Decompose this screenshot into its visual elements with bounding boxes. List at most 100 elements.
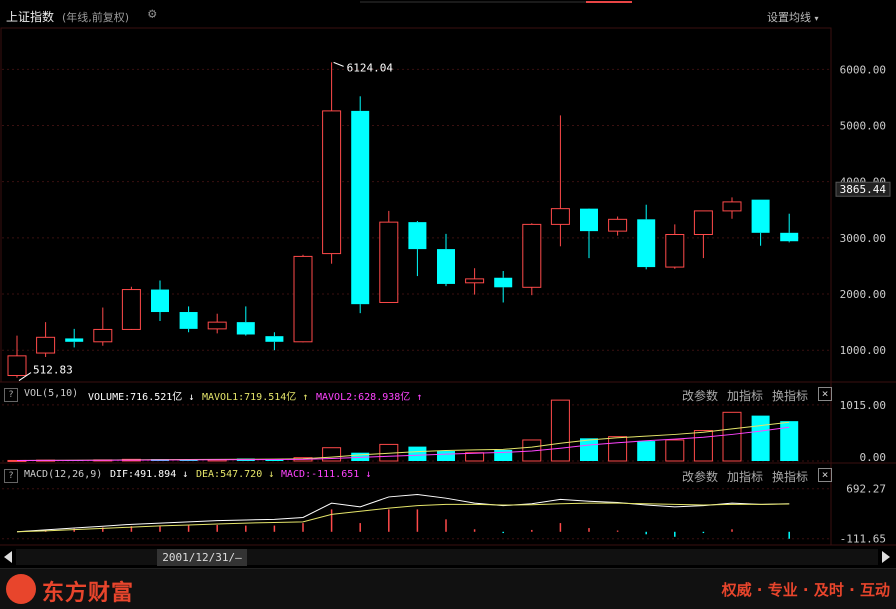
candle-body [550,208,570,225]
vol-switch-indicator-button[interactable]: 换指标 [772,387,808,404]
eastmoney-logo-icon [6,574,36,604]
macd-dea-line [16,502,790,533]
vol-bar [608,436,628,462]
price-tick-label: 6000.00 [840,63,886,76]
brand-slogan: 权威 · 专业 · 及时 · 互动 [721,581,890,599]
vol-value: VOLUME:716.521亿 ↓ [88,388,194,403]
arrow-up-icon: ↑ [416,392,423,403]
set-ma-button[interactable]: 设置均线 ▾ [767,9,819,25]
macd-indicator-name: MACD(12,26,9) [24,469,103,480]
vol-params-button[interactable]: 改参数 [682,387,718,404]
candle-body [751,199,770,233]
candle-body [465,278,485,284]
candle-body [236,322,255,335]
scrollbar-track[interactable] [16,549,878,565]
macd-help-button[interactable]: ? [4,469,18,483]
mavol1-value: MAVOL1:719.514亿 ↑ [202,388,308,403]
vol-tick-label: 0.00 [860,451,887,464]
arrow-up-icon: ↑ [302,392,309,403]
macd-params-button[interactable]: 改参数 [682,468,718,485]
vol-bar [408,446,427,461]
dif-text: DIF:491.894 [110,469,177,480]
macd-close-icon[interactable]: × [818,468,832,482]
set-ma-label: 设置均线 [767,11,811,24]
vol-bar [580,438,598,461]
price-tick-label: 5000.00 [840,120,886,133]
candle-body [580,208,598,232]
price-tick-label: 2000.00 [840,288,886,301]
dea-value: DEA:547.720 ↓ [196,469,274,480]
dea-text: DEA:547.720 [196,469,263,480]
settings-gear-icon[interactable]: ⚙ [148,6,156,22]
vol-bar [780,421,799,461]
macd-switch-indicator-button[interactable]: 换指标 [772,468,808,485]
vol-bar [665,439,685,462]
vol-help-button[interactable]: ? [4,388,18,402]
mavol2-text: MAVOL2:628.938亿 [316,392,411,403]
candle-body [522,223,542,288]
candle-body [637,219,656,268]
candle-body [179,312,198,329]
page-subtitle: (年线,前复权) [62,11,130,24]
arrow-down-icon: ↓ [188,392,195,403]
arrow-down-icon: ↓ [268,469,275,480]
vol-bar [437,451,455,461]
price-tick-label: 1000.00 [840,344,886,357]
candle-body [693,210,713,235]
macd-add-indicator-button[interactable]: 加指标 [727,468,763,485]
candle-body [780,232,799,242]
candle-body [7,355,27,377]
candle-body [36,336,56,354]
candle-body [608,218,628,232]
page-title: 上证指数 [6,10,55,24]
arrow-down-icon: ↓ [365,469,372,480]
date-cursor-label: 2001/12/31/— [157,549,247,566]
candles-layer: 6124.04 512.83 [7,61,799,382]
mavol2-value: MAVOL2:628.938亿 ↑ [316,388,422,403]
price-axis: 1000.002000.003000.004000.005000.006000.… [835,63,891,357]
candle-body [351,110,370,305]
scroll-left-arrow[interactable] [4,551,12,563]
vol-bar [751,415,770,461]
vol-indicator-name: VOL(5,10) [24,388,79,399]
vol-bar [550,399,570,462]
macd-tick-label: -111.65 [840,533,886,546]
candle-body [322,110,342,255]
candle-body [408,222,427,250]
candle-body [437,249,455,284]
mavol1-text: MAVOL1:719.514亿 [202,392,297,403]
candle-body [379,221,399,303]
low-annotation: 512.83 [33,364,73,377]
macd-tick-label: 692.27 [846,483,886,496]
candle-body [151,289,169,313]
caret-down-icon: ▾ [814,14,819,23]
candle-body [665,233,685,268]
last-price-label: 3865.44 [840,183,887,196]
vol-bar [494,449,513,461]
vol-bar [722,411,742,462]
title-bar [0,5,896,28]
vol-bar [693,430,713,462]
vol-close-icon[interactable]: × [818,387,832,401]
vol-bar [465,452,485,462]
price-tick-label: 3000.00 [840,232,886,245]
footer-bar: 东方财富 权威 · 专业 · 及时 · 互动 [0,568,896,609]
candle-body [722,201,742,212]
vol-bar [637,441,656,461]
candle-body [121,289,141,330]
candle-body [293,255,313,343]
candle-body [207,321,227,330]
candle-body [265,336,284,342]
dif-value: DIF:491.894 ↓ [110,469,188,480]
vol-volume-text: VOLUME:716.521亿 [88,392,183,403]
scroll-right-arrow[interactable] [882,551,890,563]
macd-text: MACD:-111.651 [281,469,360,480]
macd-layer: 692.27 -111.65 [2,483,886,546]
candle-body [93,328,113,343]
volume-layer: 1015.00 0.00 [2,399,886,464]
candle-body [65,338,84,342]
high-annotation: 6124.04 [347,61,394,74]
candle-body [494,277,513,288]
brand-name: 东方财富 [42,581,135,606]
vol-add-indicator-button[interactable]: 加指标 [727,387,763,404]
